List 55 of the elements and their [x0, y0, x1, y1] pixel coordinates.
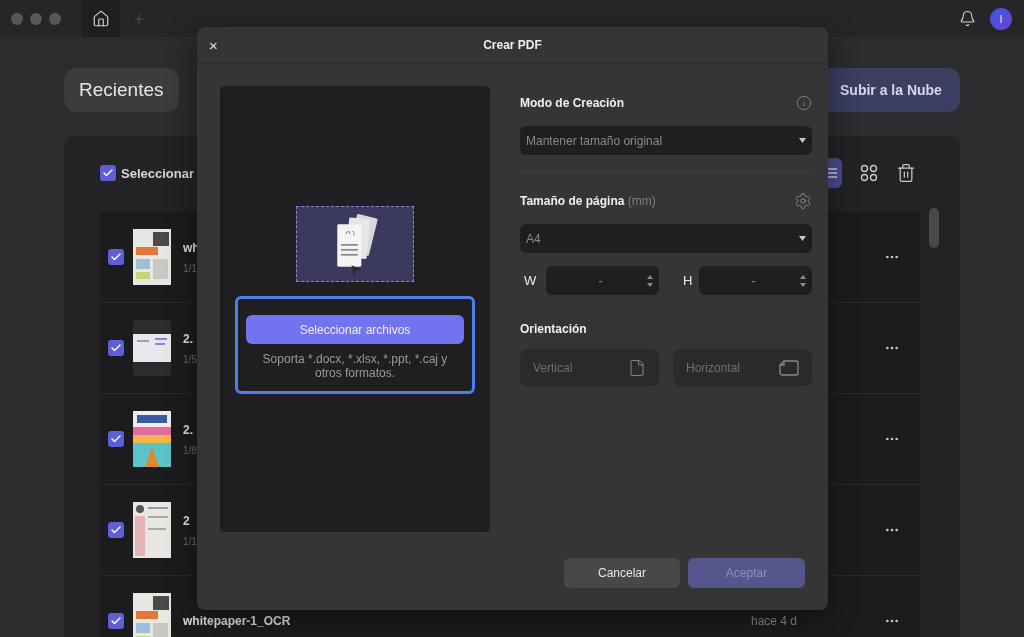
- supported-formats-text: Soporta *.docx, *.xlsx, *.ppt, *.caj y otros formatos.: [261, 352, 449, 380]
- file-name: 2: [183, 513, 190, 528]
- file-checkbox[interactable]: [108, 340, 124, 356]
- orientation-label: Orientación: [520, 322, 587, 336]
- check-icon: [102, 167, 114, 179]
- check-icon: [110, 251, 122, 263]
- close-button[interactable]: ×: [209, 37, 218, 54]
- grid-view-button[interactable]: [860, 164, 878, 182]
- page-count: 1/1: [183, 535, 197, 547]
- file-checkbox[interactable]: [108, 249, 124, 265]
- delete-button[interactable]: [896, 163, 916, 183]
- home-tab[interactable]: [82, 0, 120, 37]
- page-size-label: Tamaño de página (mm): [520, 194, 656, 208]
- height-label: H: [682, 273, 694, 288]
- select-all-label: Seleccionar: [121, 165, 194, 181]
- file-name: whitepaper-1_OCR: [183, 614, 291, 628]
- check-icon: [110, 342, 122, 354]
- scrollbar[interactable]: [929, 208, 939, 248]
- cancel-button[interactable]: Cancelar: [564, 558, 680, 588]
- home-icon: [92, 9, 110, 28]
- file-date: hace 4 d: [751, 614, 799, 628]
- settings-icon[interactable]: [794, 192, 812, 210]
- creation-mode-select[interactable]: Mantener tamaño original: [520, 126, 812, 155]
- width-field[interactable]: -: [546, 266, 659, 295]
- stepper-icon[interactable]: [647, 273, 653, 288]
- page-count: 1/5: [183, 353, 197, 365]
- caret-icon: [799, 138, 806, 143]
- file-name: 2.: [183, 331, 193, 346]
- page-count: 1/8: [183, 444, 197, 456]
- avatar[interactable]: I: [990, 7, 1012, 30]
- orientation-option[interactable]: Horizontal: [673, 349, 812, 386]
- page-count: 1/1: [183, 262, 197, 274]
- recent-button[interactable]: Recientes: [64, 68, 179, 112]
- orientation-option[interactable]: Vertical: [520, 349, 659, 386]
- check-icon: [110, 433, 122, 445]
- file-checkbox[interactable]: [108, 522, 124, 538]
- check-icon: [110, 615, 122, 627]
- check-icon: [110, 524, 122, 536]
- creation-mode-label: Modo de Creación: [520, 96, 624, 110]
- select-all-checkbox[interactable]: [100, 165, 116, 181]
- drop-area[interactable]: [296, 206, 414, 282]
- portrait-page-icon: [628, 358, 646, 377]
- file-checkbox[interactable]: [108, 431, 124, 447]
- bell-icon[interactable]: [959, 10, 976, 27]
- page-size-select[interactable]: A4: [520, 224, 812, 253]
- dialog-title: Crear PDF: [483, 37, 542, 52]
- caret-icon: [799, 236, 806, 241]
- landscape-page-icon: [779, 359, 799, 376]
- stepper-icon[interactable]: [800, 273, 806, 288]
- width-label: W: [523, 273, 538, 288]
- info-icon[interactable]: [796, 95, 812, 111]
- height-field[interactable]: -: [699, 266, 812, 295]
- file-checkbox[interactable]: [108, 613, 124, 629]
- file-name: 2.: [183, 422, 193, 437]
- select-files-button[interactable]: Seleccionar archivos: [246, 315, 464, 344]
